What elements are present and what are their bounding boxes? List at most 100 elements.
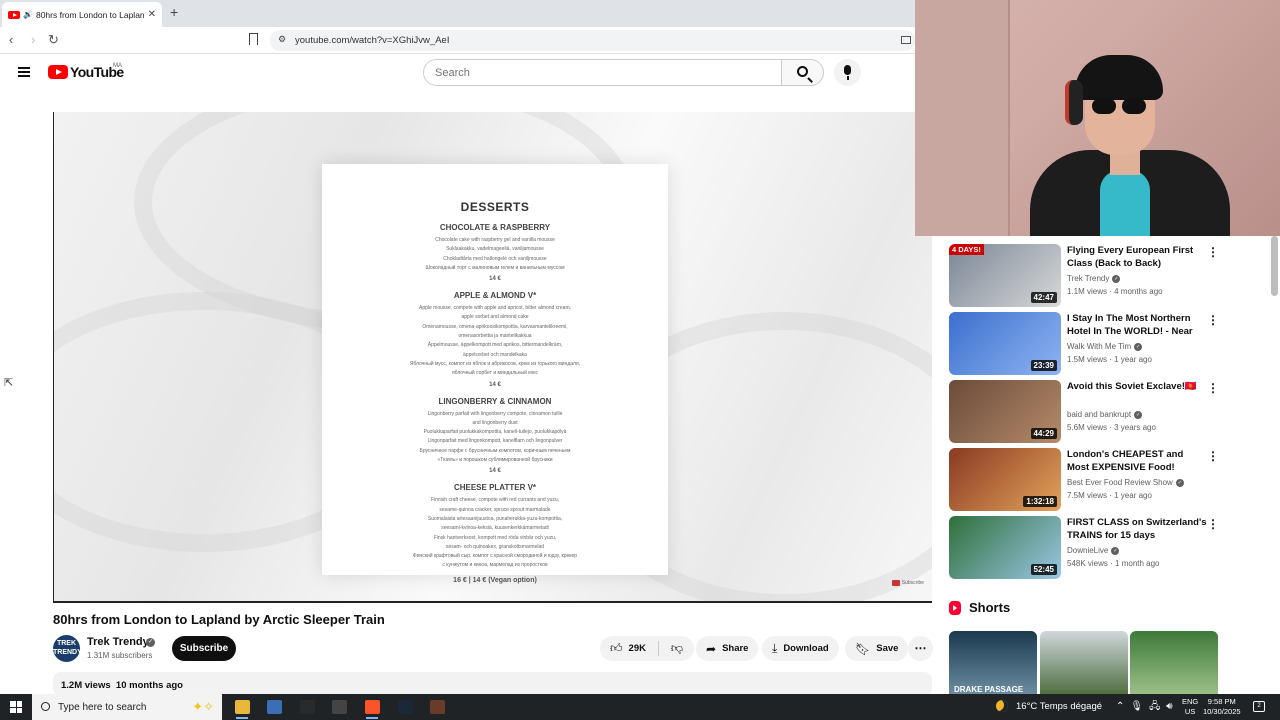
recommended-video[interactable]: 1:32:18 London's CHEAPEST and Most EXPENS… (949, 440, 1269, 511)
more-options-icon[interactable]: ⋮ (1207, 245, 1219, 259)
video-progress-bar[interactable] (53, 601, 932, 603)
cast-icon[interactable] (901, 36, 911, 44)
system-tray-icons[interactable]: ⌃🎙︎🖧🔊︎ (1116, 699, 1179, 716)
short-thumbnail[interactable]: DRAKE PASSAGE (949, 631, 1037, 696)
download-button[interactable]: ⤓ Download (762, 636, 839, 661)
view-count: 1.5M views (1067, 355, 1108, 364)
game-app-icon[interactable] (422, 694, 454, 720)
like-button[interactable]: 👍︎ 29K (600, 636, 658, 661)
recommended-video-channel[interactable]: Walk With Me Tim ✓ (1067, 342, 1143, 351)
microphone-icon[interactable]: 🎙︎ (1130, 701, 1149, 712)
obs-icon[interactable] (324, 694, 356, 720)
file-explorer-icon[interactable] (226, 694, 258, 720)
channel-name[interactable]: Trek Trendy (87, 636, 149, 648)
recommended-video-channel[interactable]: DownieLive ✓ (1067, 546, 1120, 555)
bookmark-icon[interactable] (249, 33, 258, 45)
upload-age: 4 months ago (1114, 287, 1163, 296)
notification-icon[interactable]: 2 (1253, 701, 1265, 712)
subscribe-watermark[interactable]: Subscribe (891, 580, 924, 586)
tab-close-icon[interactable]: ✕ (148, 9, 156, 20)
windows-start-icon[interactable] (10, 701, 22, 713)
share-button[interactable]: ➦ Share (696, 636, 759, 661)
verified-icon: ✓ (1112, 274, 1121, 283)
recommended-video-title[interactable]: Flying Every European First Class (Back … (1067, 244, 1207, 270)
more-options-icon[interactable]: ⋮ (1207, 313, 1219, 327)
url-bar[interactable]: ⚙ youtube.com/watch?v=XGhiJvw_AeI (270, 30, 915, 51)
channel-label: Walk With Me Tim (1067, 342, 1132, 351)
speaker-icon[interactable]: 🔊 (23, 10, 33, 19)
recommended-video-title[interactable]: FIRST CLASS on Switzerland's TRAINS for … (1067, 516, 1207, 542)
video-thumbnail[interactable]: 4 DAYS! 42:47 (949, 244, 1061, 307)
short-thumbnail[interactable] (1039, 631, 1128, 696)
aw-app-icon[interactable] (291, 694, 323, 720)
weather-text: 16°C Temps dégagé (1016, 700, 1103, 712)
video-thumbnail[interactable]: 44:29 (949, 380, 1061, 443)
menu-price: 14 € (489, 381, 501, 388)
channel-avatar[interactable]: TREK TRENDY (53, 635, 82, 662)
region-code: MA (113, 63, 122, 69)
view-count-and-age: 1.2M views 10 months ago (61, 680, 183, 691)
recommended-video[interactable]: 52:45 FIRST CLASS on Switzerland's TRAINS… (949, 508, 1269, 579)
recommended-video-channel[interactable]: Best Ever Food Review Show ✓ (1067, 478, 1184, 487)
video-thumbnail[interactable]: 1:32:18 (949, 448, 1061, 511)
sidebar-scrollbar[interactable] (1271, 236, 1278, 296)
share-icon: ➦ (706, 641, 717, 656)
more-options-icon[interactable]: ⋮ (1207, 517, 1219, 531)
browser-tab-youtube[interactable]: 🔊 80hrs from London to Laplan ✕ (2, 2, 162, 27)
taskbar-search[interactable]: Type here to search ✦✧ (32, 694, 222, 720)
video-thumbnail[interactable]: 23:39 (949, 312, 1061, 375)
video-player[interactable]: DESSERTS CHOCOLATE & RASPBERRY Chocolate … (53, 112, 932, 602)
recommended-video-channel[interactable]: Trek Trendy ✓ (1067, 274, 1121, 283)
search-input[interactable] (423, 59, 782, 86)
search-button[interactable] (781, 59, 824, 86)
youtube-logo-icon[interactable] (48, 65, 68, 79)
network-icon[interactable]: 🖧 (1149, 701, 1166, 712)
menu-line: and lingonberry dust (472, 419, 518, 426)
site-info-icon[interactable]: ⚙ (278, 34, 286, 45)
back-icon[interactable]: ‹ (9, 32, 13, 47)
youtube-favicon-icon (8, 10, 20, 19)
recommended-video-channel[interactable]: baid and bankrupt ✓ (1067, 410, 1143, 419)
subscribe-watermark-label: Subscribe (901, 580, 924, 586)
recommended-video-title[interactable]: I Stay In The Most Northern Hotel In The… (1067, 312, 1207, 338)
chevron-up-icon[interactable]: ⌃ (1116, 701, 1130, 712)
verified-icon: ✓ (1134, 410, 1143, 419)
calculator-icon[interactable] (259, 694, 291, 720)
volume-icon[interactable]: 🔊︎ (1166, 701, 1178, 712)
recommended-video-title[interactable]: Avoid this Soviet Exclave!🇰🇬 (1067, 380, 1207, 393)
forward-icon[interactable]: › (31, 32, 35, 47)
brave-icon[interactable] (356, 694, 388, 720)
divider (658, 641, 659, 656)
sunglasses-icon (1092, 98, 1148, 114)
video-thumbnail[interactable]: 52:45 (949, 516, 1061, 579)
menu-line: Chokladtårta med hallongelé och vaniljmo… (443, 255, 547, 262)
short-thumbnail[interactable] (1130, 631, 1218, 696)
new-tab-icon[interactable]: + (170, 4, 178, 20)
weather-widget[interactable]: 16°C Temps dégagé (996, 700, 1102, 712)
moon-icon (996, 700, 1008, 712)
subscribe-button[interactable]: Subscribe (172, 636, 236, 661)
voice-search-button[interactable] (834, 59, 861, 86)
reload-icon[interactable]: ↻ (48, 32, 59, 48)
description-box[interactable]: 1.2M views 10 months ago (53, 672, 932, 696)
verified-icon: ✓ (1134, 342, 1143, 351)
subscriber-count: 1.31M subscribers (87, 651, 153, 660)
recommended-video[interactable]: 4 DAYS! 42:47 Flying Every European First … (949, 236, 1269, 307)
steam-icon[interactable] (389, 694, 421, 720)
more-actions-button[interactable]: ⋯ (908, 636, 933, 661)
video-duration: 44:29 (1030, 428, 1057, 439)
more-options-icon[interactable]: ⋮ (1207, 449, 1219, 463)
clock[interactable]: 9:58 PM 10/30/2025 (1203, 697, 1241, 717)
dislike-button[interactable]: 👎︎ (662, 636, 692, 661)
language-indicator[interactable]: ENG US (1182, 697, 1198, 717)
menu-line: omenasorbettia ja mantelikakkua (458, 333, 532, 340)
recommended-video[interactable]: 23:39 I Stay In The Most Northern Hotel I… (949, 304, 1269, 375)
menu-icon[interactable] (18, 67, 30, 77)
save-button[interactable]: 🔖︎ Save (845, 636, 909, 661)
recommended-video-meta: 5.6M views · 3 years ago (1067, 423, 1156, 432)
recommended-video-title[interactable]: London's CHEAPEST and Most EXPENSIVE Foo… (1067, 448, 1207, 474)
recommended-video[interactable]: 44:29 Avoid this Soviet Exclave!🇰🇬 baid an… (949, 372, 1269, 443)
url-text: youtube.com/watch?v=XGhiJvw_AeI (295, 35, 450, 46)
more-options-icon[interactable]: ⋮ (1207, 381, 1219, 395)
menu-line: Äppelmousse, äppelkompott med aprikos, b… (427, 342, 563, 349)
